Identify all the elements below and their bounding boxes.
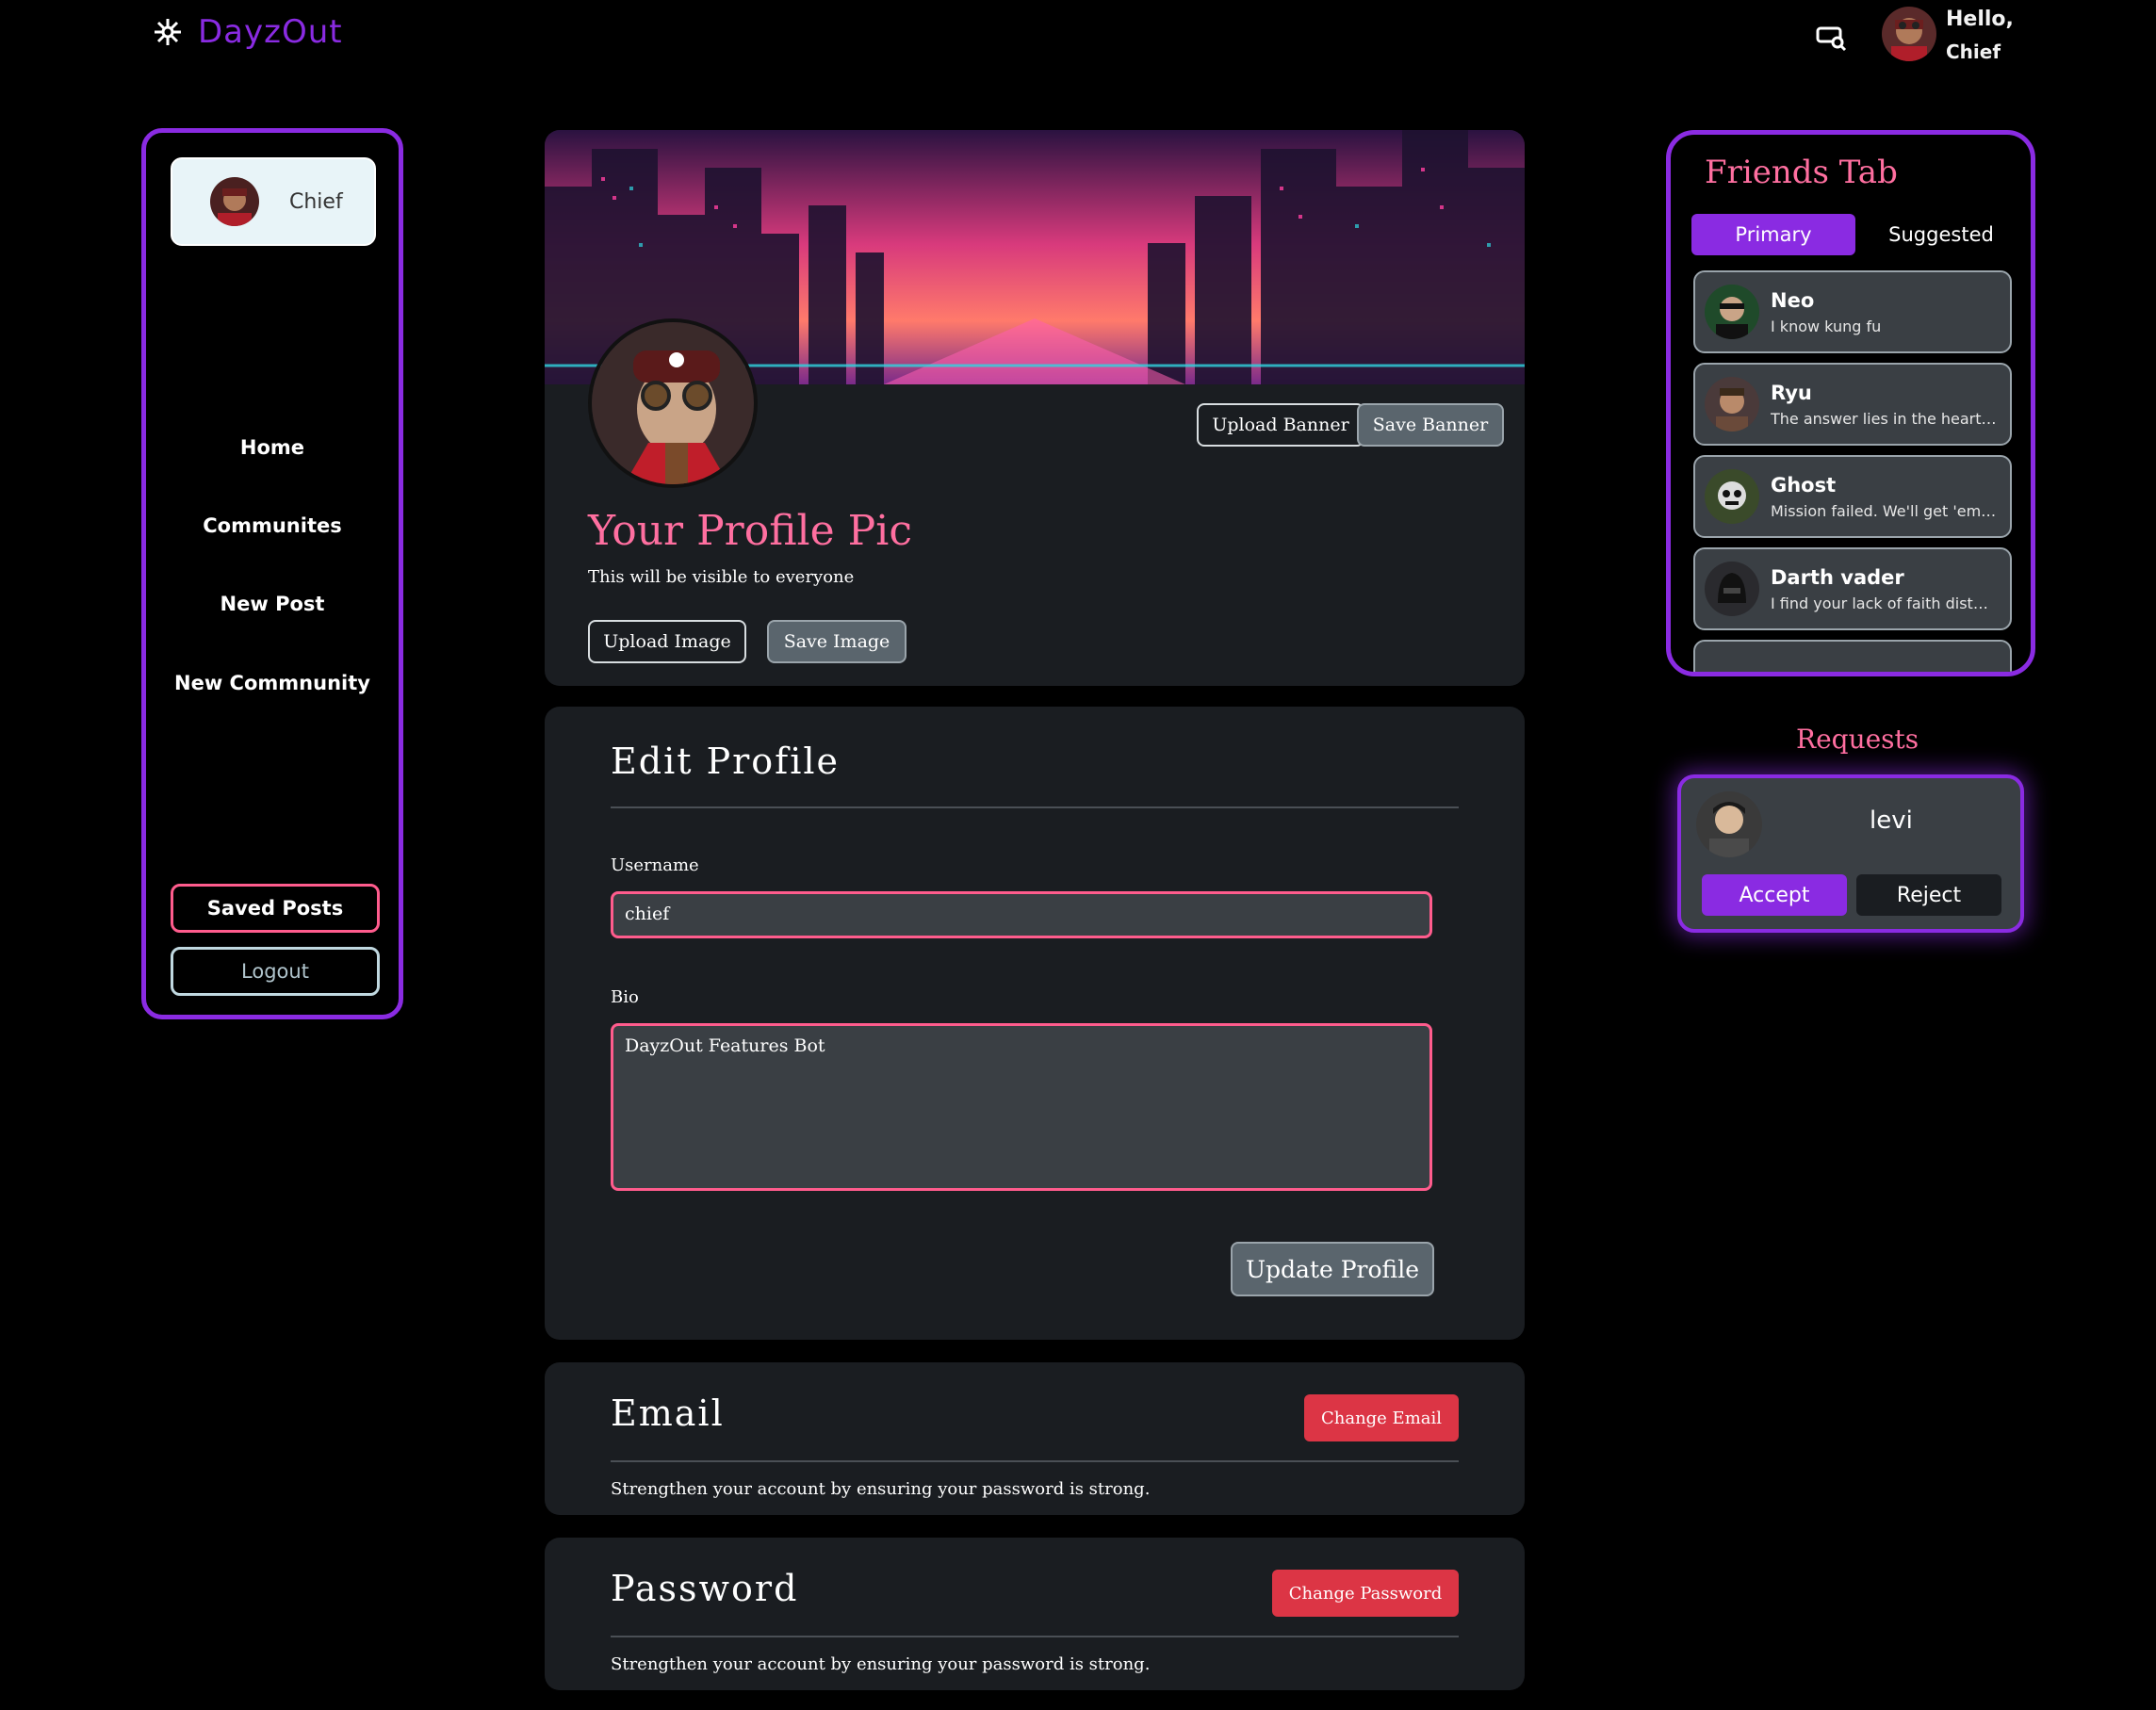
friend-item[interactable]: [1693, 640, 2012, 672]
divider: [611, 1636, 1459, 1637]
nav-communities[interactable]: Communites: [146, 514, 399, 537]
friend-item[interactable]: Neo I know kung fu: [1693, 270, 2012, 353]
profile-pic-title: Your Profile Pic: [588, 507, 912, 555]
save-image-button[interactable]: Save Image: [767, 620, 906, 663]
profile-pic-card: Upload Banner Save Banner Your Profile P…: [545, 130, 1525, 686]
logout-button[interactable]: Logout: [171, 947, 380, 996]
avatar: [1705, 562, 1759, 616]
snowflake-icon: [151, 15, 185, 49]
tab-suggested[interactable]: Suggested: [1859, 214, 2023, 255]
change-password-button[interactable]: Change Password: [1272, 1570, 1459, 1617]
avatar: [1705, 469, 1759, 524]
avatar: [210, 177, 259, 226]
accept-button[interactable]: Accept: [1702, 874, 1847, 916]
profile-pic-subtitle: This will be visible to everyone: [588, 567, 855, 587]
friend-message: I find your lack of faith disturbi...: [1771, 594, 1997, 612]
edit-profile-card: Edit Profile Username chief Bio DayzOut …: [545, 707, 1525, 1340]
friend-name: Darth vader: [1771, 565, 1904, 589]
greeting-hello: Hello,: [1946, 8, 2014, 31]
greeting: Hello, Chief: [1946, 4, 2014, 68]
chat-search-icon[interactable]: [1815, 21, 1849, 55]
username-input[interactable]: chief: [611, 891, 1432, 938]
header-avatar[interactable]: [1882, 7, 1936, 61]
profile-picture[interactable]: [588, 318, 758, 488]
friend-name: Ghost: [1771, 473, 1837, 497]
left-sidebar: Chief Home Communites New Post New Commn…: [141, 128, 403, 1019]
bio-label: Bio: [611, 987, 639, 1007]
friends-panel: Friends Tab Primary Suggested Neo I know…: [1666, 130, 2035, 676]
upload-image-button[interactable]: Upload Image: [588, 620, 746, 663]
friend-name: Neo: [1771, 288, 1815, 312]
greeting-user: Chief: [1946, 41, 2001, 63]
bio-textarea[interactable]: DayzOut Features Bot: [611, 1023, 1432, 1191]
edit-profile-title: Edit Profile: [611, 741, 841, 782]
avatar: [1705, 285, 1759, 339]
saved-posts-button[interactable]: Saved Posts: [171, 884, 380, 933]
email-title: Email: [611, 1392, 725, 1434]
email-card: Email Change Email Strengthen your accou…: [545, 1362, 1525, 1515]
user-card-name: Chief: [289, 189, 343, 214]
divider: [611, 1460, 1459, 1462]
request-name: levi: [1870, 806, 1913, 835]
nav-new-post[interactable]: New Post: [146, 593, 399, 615]
update-profile-button[interactable]: Update Profile: [1231, 1242, 1434, 1296]
nav-home[interactable]: Home: [146, 436, 399, 459]
friend-item[interactable]: Ryu The answer lies in the heart of ...: [1693, 363, 2012, 446]
divider: [611, 806, 1459, 808]
reject-button[interactable]: Reject: [1856, 874, 2001, 916]
requests-title: Requests: [1796, 724, 1919, 755]
password-card: Password Change Password Strengthen your…: [545, 1538, 1525, 1690]
email-hint: Strengthen your account by ensuring your…: [611, 1479, 1151, 1499]
upload-banner-button[interactable]: Upload Banner: [1197, 403, 1364, 447]
friend-item[interactable]: Darth vader I find your lack of faith di…: [1693, 547, 2012, 630]
friend-message: I know kung fu: [1771, 317, 1882, 335]
change-email-button[interactable]: Change Email: [1304, 1394, 1459, 1441]
friends-title: Friends Tab: [1705, 154, 1898, 191]
friend-request-card: levi Accept Reject: [1677, 774, 2024, 933]
nav-new-community[interactable]: New Commnunity: [146, 672, 399, 694]
brand-logo[interactable]: DayzOut: [151, 13, 343, 51]
password-hint: Strengthen your account by ensuring your…: [611, 1654, 1151, 1674]
brand-name: DayzOut: [198, 13, 343, 51]
tab-primary[interactable]: Primary: [1691, 214, 1855, 255]
password-title: Password: [611, 1568, 799, 1609]
username-label: Username: [611, 855, 699, 875]
friend-message: Mission failed. We'll get 'em ne...: [1771, 501, 1997, 520]
friend-name: Ryu: [1771, 381, 1812, 404]
save-banner-button[interactable]: Save Banner: [1357, 403, 1504, 447]
friend-item[interactable]: Ghost Mission failed. We'll get 'em ne..…: [1693, 455, 2012, 538]
friend-message: The answer lies in the heart of ...: [1771, 409, 1997, 428]
avatar: [1696, 791, 1762, 857]
user-card[interactable]: Chief: [171, 157, 376, 246]
avatar: [1705, 377, 1759, 432]
